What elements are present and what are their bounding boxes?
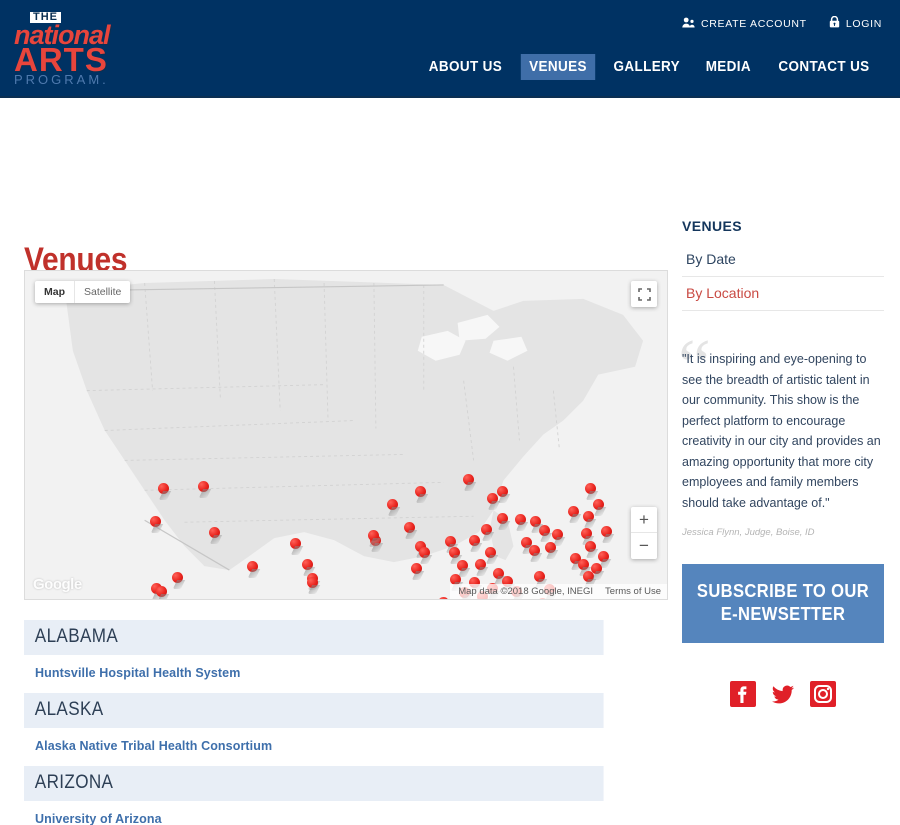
terms-of-use-link[interactable]: Terms of Use <box>605 586 661 597</box>
map-attribution: Map data ©2018 Google, INEGI Terms of Us… <box>450 584 667 599</box>
map-pin[interactable] <box>209 527 220 538</box>
map-pin[interactable] <box>568 506 579 517</box>
nav-item-media[interactable]: MEDIA <box>698 54 760 80</box>
map-pin[interactable] <box>387 499 398 510</box>
venue-state-list: ALABAMA Huntsville Hospital Health Syste… <box>24 620 668 825</box>
map-pin[interactable] <box>530 516 541 527</box>
twitter-icon[interactable] <box>770 681 796 712</box>
map-pin[interactable] <box>591 563 602 574</box>
map-pin[interactable] <box>469 535 480 546</box>
page-body: Venues Map Satellite + − Google Map data… <box>0 98 900 825</box>
map-pin[interactable] <box>598 551 609 562</box>
sidebar: VENUES By Date By Location “ "It is insp… <box>678 218 884 712</box>
sidebar-link-by-date[interactable]: By Date <box>682 243 884 277</box>
nav-item-gallery[interactable]: GALLERY <box>605 54 688 80</box>
sidebar-title: VENUES <box>682 218 742 234</box>
lock-icon <box>829 15 840 31</box>
map-pin[interactable] <box>529 545 540 556</box>
map-pin[interactable] <box>158 483 169 494</box>
state-block-alaska: ALASKA Alaska Native Tribal Health Conso… <box>24 693 668 763</box>
login-label: LOGIN <box>845 17 882 30</box>
map-pin[interactable] <box>457 560 468 571</box>
zoom-out-button[interactable]: − <box>631 533 657 559</box>
newsletter-line1: SUBSCRIBE TO OUR <box>696 581 870 601</box>
map-pin[interactable] <box>583 511 594 522</box>
map-pin[interactable] <box>290 538 301 549</box>
map-pin[interactable] <box>302 559 313 570</box>
state-heading: ARIZONA <box>24 766 604 801</box>
map-landmass <box>25 271 667 599</box>
map-pin[interactable] <box>150 516 161 527</box>
map-pin[interactable] <box>445 536 456 547</box>
instagram-icon[interactable] <box>810 681 836 712</box>
map-pin[interactable] <box>368 530 379 541</box>
nav-item-contact-us[interactable]: CONTACT US <box>770 54 878 80</box>
map-pin[interactable] <box>585 483 596 494</box>
state-heading: ALASKA <box>24 693 604 728</box>
map-pin[interactable] <box>581 528 592 539</box>
testimonial-quote: “ "It is inspiring and eye-opening to se… <box>678 329 884 538</box>
map-pin[interactable] <box>449 547 460 558</box>
state-block-arizona: ARIZONA University of Arizona <box>24 766 668 825</box>
sidebar-link-by-location[interactable]: By Location <box>682 277 884 311</box>
venues-map[interactable]: Map Satellite + − Google Map data ©2018 … <box>24 270 668 600</box>
state-heading: ALABAMA <box>24 620 604 655</box>
map-pin[interactable] <box>307 577 318 588</box>
map-pin[interactable] <box>481 524 492 535</box>
map-pin[interactable] <box>411 563 422 574</box>
map-pin[interactable] <box>497 486 508 497</box>
create-account-link[interactable]: CREATE ACCOUNT <box>682 17 807 31</box>
newsletter-line2: E-NEWSETTER <box>720 604 846 624</box>
map-canvas[interactable] <box>25 271 667 599</box>
map-pin[interactable] <box>534 571 545 582</box>
map-pin[interactable] <box>156 586 167 597</box>
map-pin[interactable] <box>404 522 415 533</box>
map-pin[interactable] <box>247 561 258 572</box>
map-pin[interactable] <box>585 541 596 552</box>
map-pin[interactable] <box>198 481 209 492</box>
map-pin[interactable] <box>415 486 426 497</box>
map-pin[interactable] <box>463 474 474 485</box>
google-logo: Google <box>33 576 82 593</box>
map-pin[interactable] <box>578 559 589 570</box>
map-pin[interactable] <box>485 547 496 558</box>
map-pin[interactable] <box>552 529 563 540</box>
venue-link[interactable]: University of Arizona <box>24 801 668 825</box>
venue-link[interactable]: Huntsville Hospital Health System <box>24 655 668 690</box>
user-icon <box>682 17 695 31</box>
fullscreen-icon[interactable] <box>631 281 657 307</box>
map-pin[interactable] <box>545 542 556 553</box>
map-pin[interactable] <box>497 513 508 524</box>
map-pin[interactable] <box>172 572 183 583</box>
map-pin[interactable] <box>475 559 486 570</box>
state-block-alabama: ALABAMA Huntsville Hospital Health Syste… <box>24 620 668 690</box>
map-type-map-button[interactable]: Map <box>35 281 75 303</box>
map-zoom-control: + − <box>631 507 657 559</box>
create-account-label: CREATE ACCOUNT <box>700 17 807 30</box>
social-links <box>682 681 884 712</box>
quote-attribution: Jessica Flynn, Judge, Boise, ID <box>682 527 815 538</box>
facebook-icon[interactable] <box>730 681 756 712</box>
map-pin[interactable] <box>487 493 498 504</box>
map-pin[interactable] <box>419 547 430 558</box>
site-logo[interactable]: THE national ARTS PROGRAM. <box>14 8 134 87</box>
nav-item-about-us[interactable]: ABOUT US <box>420 54 510 80</box>
venue-link[interactable]: Alaska Native Tribal Health Consortium <box>24 728 668 763</box>
site-header: THE national ARTS PROGRAM. CREATE ACCOUN… <box>0 0 900 98</box>
map-pin[interactable] <box>593 499 604 510</box>
map-data-attribution: Map data ©2018 Google, INEGI <box>458 586 594 597</box>
subscribe-newsletter-button[interactable]: SUBSCRIBE TO OUR E-NEWSETTER <box>682 564 884 643</box>
zoom-in-button[interactable]: + <box>631 507 657 533</box>
map-pin[interactable] <box>601 526 612 537</box>
login-link[interactable]: LOGIN <box>829 15 882 31</box>
map-pin[interactable] <box>515 514 526 525</box>
main-navigation: ABOUT US VENUES GALLERY MEDIA CONTACT US <box>417 54 882 80</box>
map-type-control: Map Satellite <box>35 281 131 303</box>
map-type-satellite-button[interactable]: Satellite <box>75 281 130 303</box>
quote-text: "It is inspiring and eye-opening to see … <box>682 352 881 510</box>
nav-item-venues[interactable]: VENUES <box>520 54 595 80</box>
utility-bar: CREATE ACCOUNT LOGIN <box>682 15 882 31</box>
logo-program: PROGRAM. <box>14 72 109 87</box>
